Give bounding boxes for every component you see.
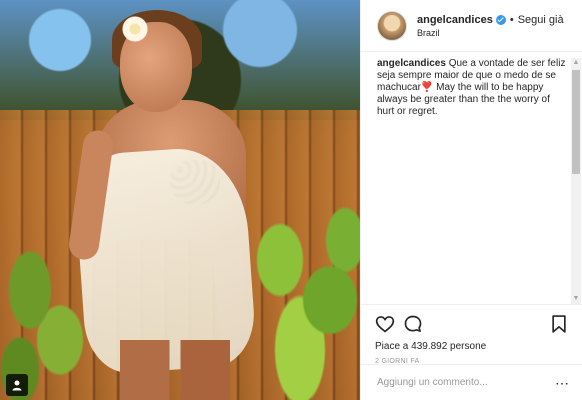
following-button[interactable]: Segui già [518,14,564,26]
comments-scrollbar[interactable]: ▲ ▼ [571,58,581,304]
post-header: angelcandices • Segui già Brazil [361,0,582,52]
avatar[interactable] [377,10,407,41]
verified-badge-icon [495,14,506,25]
scroll-up-arrow-icon[interactable]: ▲ [571,58,581,68]
comment-bubble-icon[interactable] [403,314,423,334]
post-photo[interactable] [0,0,360,400]
scrollbar-thumb[interactable] [572,70,580,174]
caption: angelcandices Que a vontade de ser feliz… [377,58,567,118]
photo-legs [120,340,230,400]
location-link[interactable]: Brazil [417,28,564,38]
post-actions: Piace a 439.892 persone 2 GIORNI FA [361,304,582,365]
caption-username[interactable]: angelcandices [377,58,446,69]
photo-flower [122,16,148,42]
scroll-down-arrow-icon[interactable]: ▼ [571,294,581,304]
bookmark-icon[interactable] [549,314,569,334]
header-text: angelcandices • Segui già Brazil [417,14,564,38]
likes-count[interactable]: Piace a 439.892 persone [375,341,569,352]
user-tag-icon[interactable] [6,374,28,396]
post-sidebar: angelcandices • Segui già Brazil angelca… [360,0,582,400]
photo-foliage-right [250,200,360,400]
more-options-icon[interactable]: ⋯ [555,376,569,390]
heart-icon[interactable] [375,314,395,334]
action-icons-row [375,313,569,335]
add-comment-bar: ⋯ [361,364,582,400]
separator-dot: • [509,13,514,26]
header-row: angelcandices • Segui già [417,14,564,26]
comment-input[interactable] [375,376,555,389]
username-link[interactable]: angelcandices [417,14,493,26]
